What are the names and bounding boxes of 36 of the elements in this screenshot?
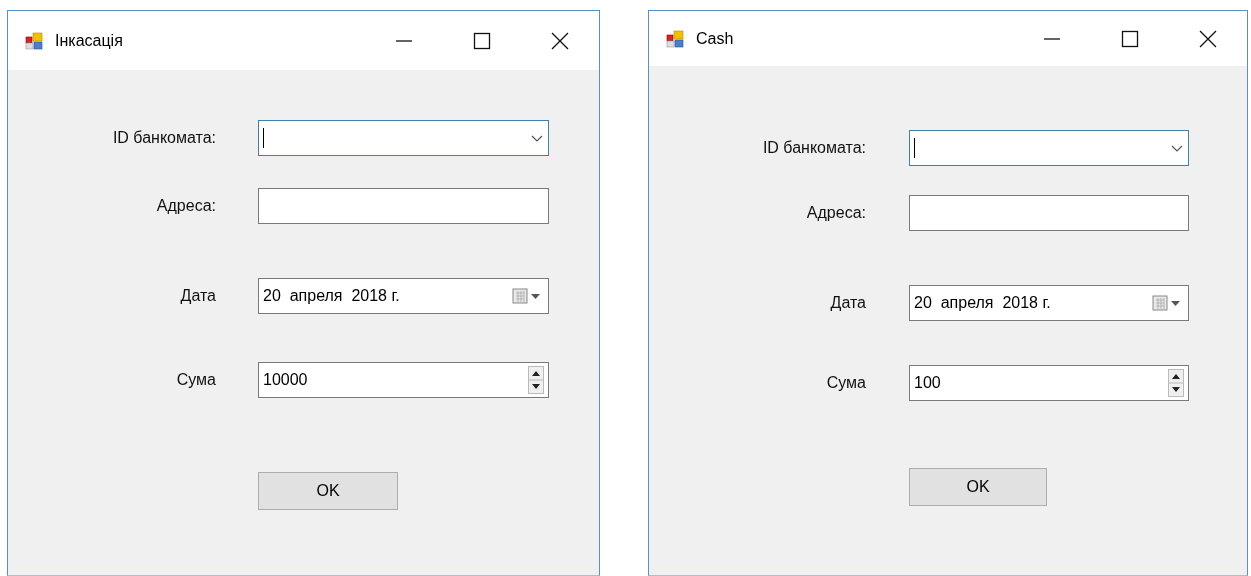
field-value: 20 апреля 2018 г. — [263, 287, 401, 305]
ok-button[interactable]: OK — [258, 472, 398, 510]
combo-box[interactable] — [258, 120, 549, 156]
address-field[interactable] — [909, 195, 1189, 231]
field-label: Дата — [179, 287, 216, 305]
date-picker[interactable]: 20 апреля 2018 г. — [258, 278, 549, 314]
field-label: Сума — [175, 371, 216, 389]
field-label: Дата — [829, 294, 866, 312]
close-icon[interactable] — [1199, 29, 1217, 48]
field-value: 20 апреля 2018 г. — [914, 294, 1052, 312]
field-label: Адреса: — [805, 204, 866, 222]
ok-button[interactable]: OK — [909, 468, 1047, 506]
date-picker[interactable]: 20 апреля 2018 г. — [909, 285, 1189, 321]
number-field[interactable]: 100 — [909, 365, 1189, 401]
app-icon — [25, 31, 43, 50]
text-cursor — [263, 128, 264, 148]
field-value: 100 — [914, 374, 942, 392]
number-field[interactable]: 10000 — [258, 362, 549, 398]
field-label: ID банкомата: — [761, 139, 866, 157]
window-title: Інкасація — [55, 31, 124, 50]
combo-box[interactable] — [909, 130, 1189, 166]
field-label: ID банкомата: — [111, 129, 216, 147]
spinner-arrows-icon[interactable] — [1168, 369, 1184, 397]
maximize-icon[interactable] — [473, 31, 491, 50]
field-label: Адреса: — [155, 197, 216, 215]
close-icon[interactable] — [551, 31, 569, 50]
field-value: 10000 — [263, 371, 309, 389]
address-field[interactable] — [258, 188, 549, 224]
window-title: Cash — [696, 29, 735, 48]
maximize-icon[interactable] — [1121, 29, 1139, 48]
field-label: Сума — [825, 374, 866, 392]
chevron-down-icon[interactable] — [530, 133, 544, 143]
chevron-down-icon[interactable] — [1170, 143, 1184, 153]
text-cursor — [914, 138, 915, 158]
spinner-arrows-icon[interactable] — [528, 366, 544, 394]
app-icon — [666, 29, 684, 48]
